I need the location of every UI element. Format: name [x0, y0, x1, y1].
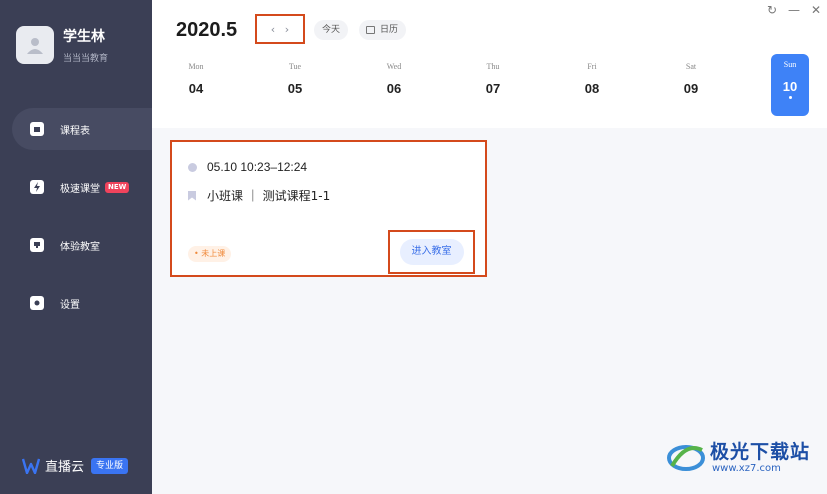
- refresh-button[interactable]: ↻: [761, 2, 783, 18]
- watermark: 极光下载站 www.xz7.com: [666, 440, 810, 476]
- sidebar-nav: 课程表 极速课堂 NEW 体验教室 设置: [12, 108, 152, 340]
- day-sun[interactable]: Sun 10: [771, 54, 809, 116]
- org-name: 当当当教育: [63, 54, 109, 64]
- day-number: 05: [287, 81, 303, 96]
- course-time-row: 05.10 10:23–12:24: [188, 160, 307, 174]
- sidebar-item-label: 极速课堂: [60, 183, 100, 195]
- sidebar-item-schedule[interactable]: 课程表: [12, 108, 152, 150]
- clock-icon: [188, 162, 197, 172]
- profile[interactable]: 学生林 当当当教育: [16, 26, 108, 66]
- user-name: 学生林: [63, 29, 105, 45]
- day-number: 04: [188, 81, 204, 96]
- day-sat[interactable]: Sat 09: [672, 56, 710, 116]
- sidebar-item-label: 设置: [60, 299, 80, 311]
- day-number: 07: [485, 81, 501, 96]
- calendar-label: 日历: [380, 25, 399, 35]
- day-mon[interactable]: Mon 04: [177, 56, 215, 116]
- sidebar: 学生林 当当当教育 课程表 极速课堂 NEW 体验教室 设置 直播云 专业版: [0, 0, 152, 494]
- sidebar-item-label: 课程表: [60, 125, 90, 137]
- day-name: Mon: [188, 62, 204, 71]
- calendar-button[interactable]: 日历: [359, 20, 407, 40]
- new-badge: NEW: [105, 181, 130, 193]
- day-number: 09: [683, 81, 699, 96]
- course-time: 05.10 10:23–12:24: [207, 160, 308, 174]
- watermark-url: www.xz7.com: [712, 463, 781, 474]
- day-name: Fri: [587, 62, 597, 71]
- watermark-logo-icon: [667, 445, 705, 471]
- selected-dot: [788, 96, 792, 99]
- watermark-title: 极光下载站: [710, 441, 811, 463]
- year-month-title: 2020.5: [176, 19, 238, 41]
- today-button[interactable]: 今天: [314, 20, 349, 40]
- main-panel: 2020.5 ‹ › 今天 日历 ↻ — ✕ Mon 04 Tue 05 Wed…: [152, 0, 827, 494]
- day-number: 06: [386, 81, 402, 96]
- brand: 直播云 专业版: [22, 456, 129, 475]
- course-title-row: 小班课 ｜ 测试课程1-1: [188, 187, 330, 204]
- day-name: Sat: [685, 62, 697, 71]
- enter-classroom-button[interactable]: 进入教室: [399, 239, 464, 265]
- course-title: 小班课 ｜ 测试课程1-1: [207, 189, 331, 203]
- day-fri[interactable]: Fri 08: [573, 56, 611, 116]
- lightning-icon: [30, 180, 44, 194]
- sidebar-item-label: 体验教室: [60, 241, 100, 253]
- gear-icon: [30, 296, 44, 310]
- edition-badge: 专业版: [91, 457, 129, 474]
- day-tue[interactable]: Tue 05: [276, 56, 314, 116]
- month-nav: ‹ ›: [255, 14, 305, 44]
- prev-week-button[interactable]: ‹: [266, 23, 280, 36]
- enter-button-highlight: 进入教室: [388, 230, 475, 274]
- sidebar-item-settings[interactable]: 设置: [12, 282, 152, 324]
- day-name: Sun: [783, 60, 797, 69]
- schedule-icon: [30, 122, 44, 136]
- avatar[interactable]: [16, 26, 54, 64]
- classroom-icon: [30, 238, 44, 252]
- calendar-icon: [366, 26, 375, 34]
- day-number: 08: [584, 81, 600, 96]
- next-week-button[interactable]: ›: [280, 23, 294, 36]
- minimize-button[interactable]: —: [783, 2, 805, 18]
- day-name: Thu: [486, 62, 500, 71]
- day-wed[interactable]: Wed 06: [375, 56, 413, 116]
- user-icon: [27, 38, 43, 54]
- sidebar-item-trial-classroom[interactable]: 体验教室: [12, 224, 152, 266]
- window-controls: ↻ — ✕: [761, 2, 827, 18]
- day-number: 10: [782, 79, 798, 94]
- brand-logo-icon: [22, 458, 40, 474]
- brand-name: 直播云: [45, 460, 85, 475]
- sidebar-item-fast-class[interactable]: 极速课堂 NEW: [12, 166, 152, 208]
- schedule-header: 2020.5 ‹ › 今天 日历 ↻ — ✕ Mon 04 Tue 05 Wed…: [152, 0, 827, 128]
- course-card[interactable]: 05.10 10:23–12:24 小班课 ｜ 测试课程1-1 • 未上课 进入…: [170, 140, 487, 277]
- day-thu[interactable]: Thu 07: [474, 56, 512, 116]
- close-button[interactable]: ✕: [805, 2, 827, 18]
- status-badge: • 未上课: [188, 246, 232, 262]
- day-name: Tue: [288, 62, 302, 71]
- bookmark-icon: [188, 190, 196, 201]
- day-name: Wed: [386, 62, 402, 71]
